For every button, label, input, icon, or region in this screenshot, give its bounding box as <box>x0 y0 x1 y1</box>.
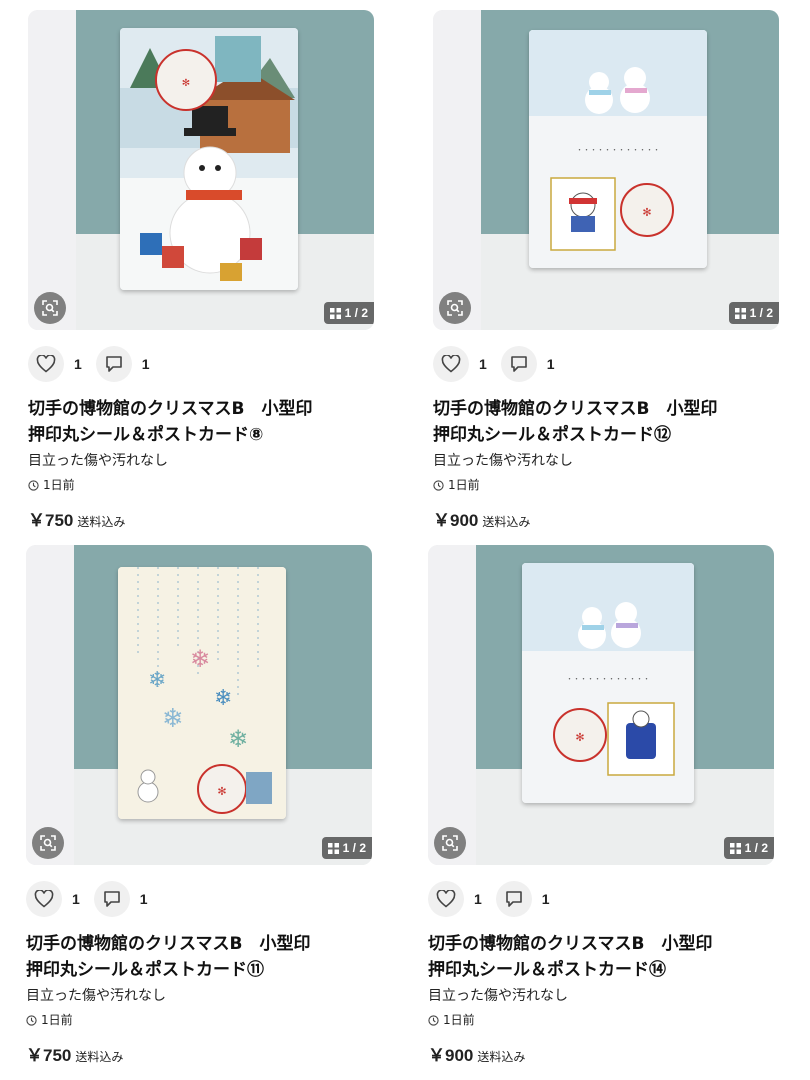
like-count: 1 <box>74 356 82 372</box>
listing-condition: 目立った傷や汚れなし <box>28 453 168 469</box>
image-count: 1 / 2 <box>749 306 773 320</box>
gallery-grid-icon <box>734 307 746 319</box>
listing-time: 1日前 <box>26 1011 372 1029</box>
gallery-grid-icon <box>729 842 741 854</box>
postcard-image: ✻ <box>120 28 298 290</box>
listing-condition: 目立った傷や汚れなし <box>26 988 166 1004</box>
listing-title[interactable]: 切手の博物館のクリスマスB 小型印 押印丸シール＆ポストカード⑫ <box>433 396 779 448</box>
listing-title[interactable]: 切手の博物館のクリスマスB 小型印 押印丸シール＆ポストカード⑪ <box>26 931 372 983</box>
image-search-icon[interactable] <box>439 292 471 324</box>
clock-icon <box>26 1014 37 1026</box>
postcard-image: ・・・・・・・・・・・・ ✻ <box>522 563 694 803</box>
listing-card[interactable]: ・・・・・・・・・・・・ ✻ 1 / 2 1 1 切手の博物館のクリスマスB 小… <box>433 10 779 531</box>
image-count: 1 / 2 <box>344 306 368 320</box>
postcard-image: ・・・・・・・・・・・・ ✻ <box>529 30 707 268</box>
svg-text:❄: ❄ <box>148 668 166 693</box>
like-button[interactable]: 1 <box>28 346 82 382</box>
listing-card[interactable]: ❄ ❄ ❄ ❄ ❄ ✻ 1 / 2 1 1 切手の博物館のクリスマスB 小型印 … <box>26 545 372 1066</box>
svg-text:✻: ✻ <box>182 78 190 89</box>
svg-text:・・・・・・・・・・・・: ・・・・・・・・・・・・ <box>576 146 660 154</box>
image-count-badge: 1 / 2 <box>321 837 372 859</box>
svg-text:✻: ✻ <box>642 206 651 219</box>
heart-icon <box>36 355 56 373</box>
comment-icon <box>505 891 522 907</box>
like-button[interactable]: 1 <box>26 881 80 917</box>
like-button[interactable]: 1 <box>433 346 487 382</box>
listing-photo[interactable]: ・・・・・・・・・・・・ ✻ 1 / 2 <box>428 545 774 865</box>
listing-price: ￥900 送料込み <box>433 511 531 530</box>
image-search-icon[interactable] <box>32 827 64 859</box>
svg-text:✻: ✻ <box>575 731 584 744</box>
comment-count: 1 <box>139 891 148 907</box>
clock-icon <box>428 1014 439 1026</box>
listing-title[interactable]: 切手の博物館のクリスマスB 小型印 押印丸シール＆ポストカード⑭ <box>428 931 774 983</box>
comment-count: 1 <box>546 356 555 372</box>
svg-text:❄: ❄ <box>190 645 210 673</box>
image-count-badge: 1 / 2 <box>728 302 779 324</box>
comment-count: 1 <box>541 891 550 907</box>
listing-title[interactable]: 切手の博物館のクリスマスB 小型印 押印丸シール＆ポストカード⑧ <box>28 396 374 448</box>
image-count-badge: 1 / 2 <box>323 302 374 324</box>
listing-time: 1日前 <box>28 476 374 494</box>
heart-icon <box>34 890 54 908</box>
postcard-image: ❄ ❄ ❄ ❄ ❄ ✻ <box>118 567 286 819</box>
comment-button[interactable]: 1 <box>500 346 555 382</box>
listing-price: ￥750 送料込み <box>26 1046 124 1065</box>
clock-icon <box>433 479 444 491</box>
listing-price: ￥900 送料込み <box>428 1046 526 1065</box>
listing-photo[interactable]: ✻ 1 / 2 <box>28 10 374 330</box>
like-count: 1 <box>474 891 482 907</box>
comment-icon <box>105 356 122 372</box>
gallery-grid-icon <box>329 307 341 319</box>
comment-button[interactable]: 1 <box>95 346 150 382</box>
image-search-icon[interactable] <box>34 292 66 324</box>
comment-icon <box>103 891 120 907</box>
comment-icon <box>510 356 527 372</box>
image-count: 1 / 2 <box>342 841 366 855</box>
heart-icon <box>441 355 461 373</box>
gallery-grid-icon <box>327 842 339 854</box>
svg-text:・・・・・・・・・・・・: ・・・・・・・・・・・・ <box>566 675 650 683</box>
like-count: 1 <box>479 356 487 372</box>
image-count-badge: 1 / 2 <box>723 837 774 859</box>
like-count: 1 <box>72 891 80 907</box>
comment-button[interactable]: 1 <box>495 881 550 917</box>
svg-text:❄: ❄ <box>214 686 232 711</box>
listing-condition: 目立った傷や汚れなし <box>433 453 573 469</box>
listing-photo[interactable]: ❄ ❄ ❄ ❄ ❄ ✻ 1 / 2 <box>26 545 372 865</box>
listing-time: 1日前 <box>428 1011 774 1029</box>
comment-button[interactable]: 1 <box>93 881 148 917</box>
like-button[interactable]: 1 <box>428 881 482 917</box>
clock-icon <box>28 479 39 491</box>
listing-card[interactable]: ✻ 1 / 2 1 1 切手の博物館のクリスマスB 小型印 押印丸シール＆ポスト… <box>28 10 374 531</box>
comment-count: 1 <box>141 356 150 372</box>
heart-icon <box>436 890 456 908</box>
svg-text:❄: ❄ <box>228 725 248 753</box>
svg-text:❄: ❄ <box>162 704 184 734</box>
image-search-icon[interactable] <box>434 827 466 859</box>
image-count: 1 / 2 <box>744 841 768 855</box>
listing-condition: 目立った傷や汚れなし <box>428 988 568 1004</box>
svg-text:✻: ✻ <box>217 785 226 798</box>
listing-photo[interactable]: ・・・・・・・・・・・・ ✻ 1 / 2 <box>433 10 779 330</box>
listing-price: ￥750 送料込み <box>28 511 126 530</box>
listing-card[interactable]: ・・・・・・・・・・・・ ✻ 1 / 2 1 1 切手の博物館のクリスマスB 小… <box>428 545 774 1066</box>
listing-time: 1日前 <box>433 476 779 494</box>
